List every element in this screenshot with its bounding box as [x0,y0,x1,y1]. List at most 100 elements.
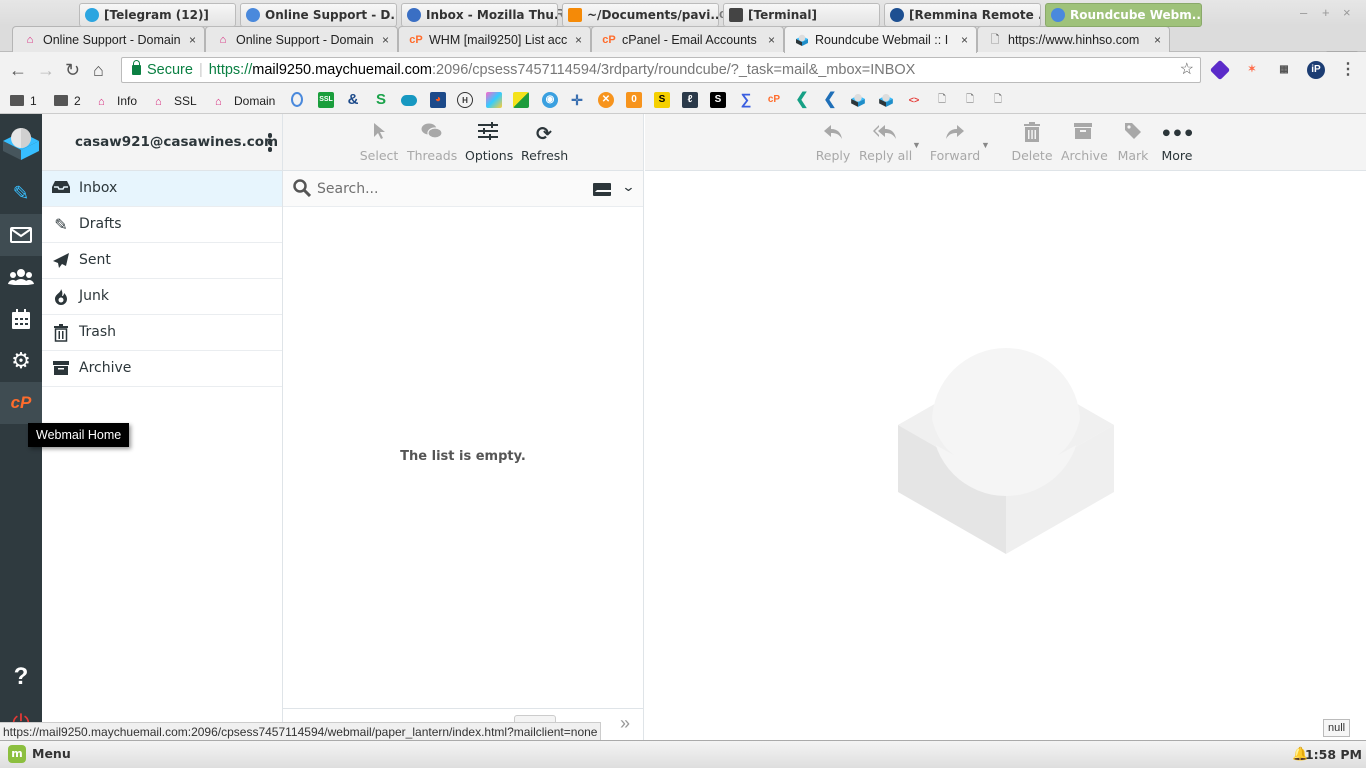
bookmark-icon[interactable]: ❮ [822,92,838,108]
bookmark-domain[interactable]: ⌂ Domain [215,92,275,110]
options-button[interactable]: Options [465,122,513,163]
folder-junk[interactable]: Junk [42,279,282,315]
bookmark-icon[interactable]: H [457,92,473,108]
tab-online-support-1[interactable]: ⌂ Online Support - Domain × [12,26,205,52]
ampersand-icon[interactable]: & [345,92,361,108]
reply-button[interactable]: Reply [813,122,853,163]
browser-menu-icon[interactable]: ⋮ [1339,61,1357,79]
search-input[interactable] [317,177,577,201]
reply-all-button[interactable]: Reply all [859,122,912,163]
delete-button[interactable]: Delete [1011,122,1053,163]
reply-all-dropdown-icon[interactable]: ▼ [912,140,921,150]
cpanel-icon[interactable]: cP [766,92,782,108]
more-button[interactable]: ••• More [1159,122,1195,163]
folder-archive[interactable]: Archive [42,351,282,387]
start-menu-button[interactable]: m Menu [8,744,71,764]
roundcube-icon[interactable] [850,92,866,108]
taskbar-remmina[interactable]: [Remmina Remote ... [884,3,1041,27]
code-icon[interactable]: <> [906,92,922,108]
bookmark-icon[interactable]: S [654,92,670,108]
bookmark-icon[interactable]: S [710,92,726,108]
close-tab-icon[interactable]: × [961,33,968,47]
bookmark-icon[interactable] [291,92,303,107]
folder-sent[interactable]: Sent [42,243,282,279]
bookmark-star-icon[interactable]: ☆ [1180,58,1194,82]
taskbar-sublime[interactable]: ~/Documents/pavi... [562,3,719,27]
page-icon[interactable]: 🗋 [962,92,978,108]
tab-roundcube[interactable]: Roundcube Webmail :: I × [784,26,977,53]
envelope-filter-icon[interactable] [593,183,611,196]
home-button[interactable]: ⌂ [93,60,104,80]
folder-trash[interactable]: Trash [42,315,282,351]
compose-button[interactable]: ✎ [0,172,42,214]
sigma-icon[interactable]: ∑ [738,92,754,108]
pencil-icon: ✎ [54,215,68,234]
page-icon[interactable]: 🗋 [934,92,950,108]
bookmark-icon[interactable]: ◕ [430,92,446,108]
lock-icon [132,60,141,75]
close-tab-icon[interactable]: × [575,33,582,47]
bookmark-icon[interactable]: ❮ [794,92,810,108]
taskbar-telegram[interactable]: [Telegram (12)] [79,3,236,27]
account-menu-icon[interactable] [267,133,273,153]
ssl-lock-icon[interactable]: SSL [318,92,334,108]
bookmark-info[interactable]: ⌂ Info [98,92,137,110]
taskbar-terminal[interactable]: [Terminal] [723,3,880,27]
close-tab-icon[interactable]: × [382,33,389,47]
close-tab-icon[interactable]: × [768,33,775,47]
bookmark-icon[interactable]: ✕ [598,92,614,108]
threads-button[interactable]: Threads [407,122,457,163]
folder-inbox[interactable]: Inbox [42,171,282,207]
help-button[interactable]: ? [0,656,42,698]
bookmark-icon[interactable] [486,92,502,108]
taskbar-chromium-roundcube[interactable]: Roundcube Webm... [1045,3,1202,27]
minimize-button[interactable]: – [1300,5,1307,20]
bookmark-folder-2[interactable]: 2 [54,92,81,110]
qr-code-icon[interactable]: ▦ [1275,61,1293,79]
page-icon: 🗋 [990,34,1000,46]
tab-cpanel-email[interactable]: cP cPanel - Email Accounts × [591,26,784,52]
refresh-button[interactable]: ⟳ Refresh [521,122,568,163]
taskbar-chromium-online-support[interactable]: Online Support - D... [240,3,397,27]
forward-button[interactable]: → [37,60,55,80]
settings-button[interactable]: ⚙ [0,340,42,382]
calendar-button[interactable] [0,298,42,340]
bookmark-icon[interactable]: 0 [626,92,642,108]
bookmark-icon[interactable]: ℓ [682,92,698,108]
last-page-icon[interactable]: » [620,713,630,734]
forward-dropdown-icon[interactable]: ▼ [981,140,990,150]
location-icon[interactable]: ◉ [542,92,558,108]
roundcube-logo[interactable] [0,120,42,166]
mail-button[interactable] [0,214,42,256]
maximize-button[interactable]: + [1322,5,1330,20]
cpanel-home-button[interactable]: cP [0,382,42,424]
tab-hinhso[interactable]: 🗋 https://www.hinhso.com × [977,26,1170,52]
select-button[interactable]: Select [359,122,399,163]
close-window-button[interactable]: × [1343,5,1351,20]
address-bar[interactable]: Secure | https://mail9250.maychuemail.com:… [121,57,1201,83]
page-icon[interactable]: 🗋 [990,92,1006,108]
close-tab-icon[interactable]: × [189,33,196,47]
reload-button[interactable]: ↻ [65,60,80,80]
close-tab-icon[interactable]: × [1154,33,1161,47]
bookmark-folder-1[interactable]: 1 [10,92,37,110]
bookmark-ssl[interactable]: ⌂ SSL [155,92,197,110]
salesforce-icon[interactable] [401,95,417,106]
back-button[interactable]: ← [9,60,27,80]
tab-online-support-2[interactable]: ⌂ Online Support - Domain × [205,26,398,52]
forward-button[interactable]: Forward [929,122,981,163]
folder-drafts[interactable]: ✎ Drafts [42,207,282,243]
extension-icon[interactable]: ✶ [1243,61,1261,79]
s-logo-icon[interactable]: S [373,92,389,108]
mark-button[interactable]: Mark [1115,122,1151,163]
chevron-down-icon[interactable]: ⌄ [621,179,635,195]
taskbar-thunderbird[interactable]: Inbox - Mozilla Thu... [401,3,558,27]
ip-icon[interactable]: iP [1307,61,1325,79]
contacts-button[interactable] [0,256,42,298]
tab-whm[interactable]: cP WHM [mail9250] List acc × [398,26,591,52]
clock[interactable]: 1:58 PM [1305,747,1362,762]
bookmark-icon[interactable] [513,92,529,108]
bookmark-icon[interactable]: ✛ [569,92,585,108]
roundcube-icon[interactable] [878,92,894,108]
archive-button[interactable]: Archive [1061,122,1108,163]
